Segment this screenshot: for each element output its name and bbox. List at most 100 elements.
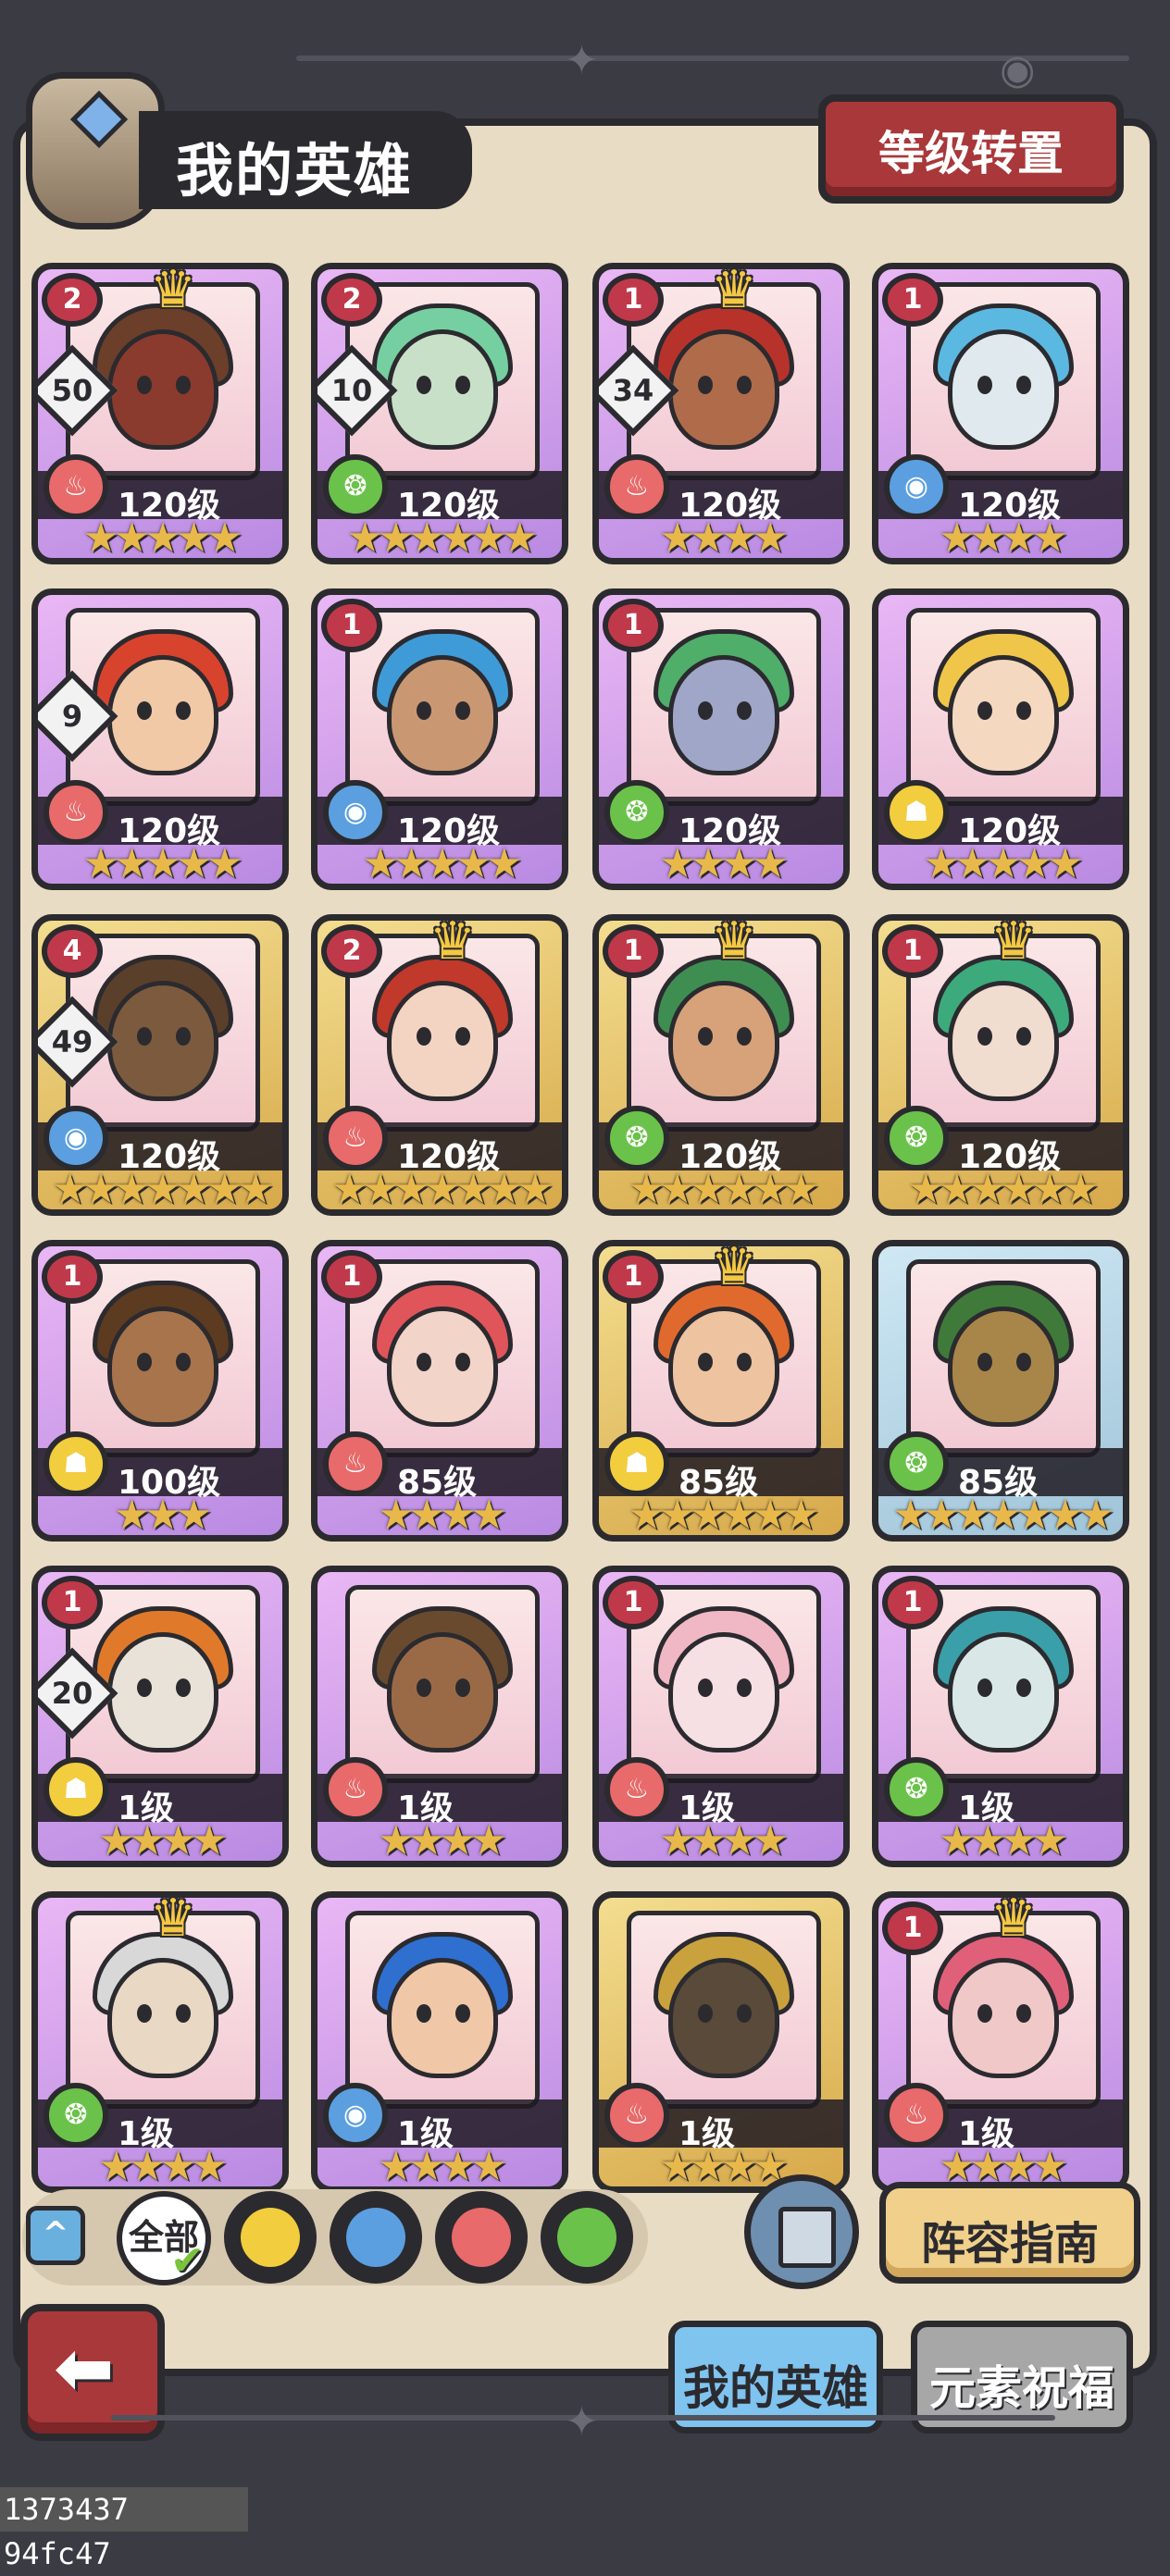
star-rating: ★★★ — [113, 1492, 212, 1539]
hero-eye — [137, 376, 152, 394]
star-rating: ★★★★ — [659, 840, 789, 887]
hero-card[interactable]: ♨ 120级 ★★★★★ 2 50 ♛ — [31, 263, 289, 564]
tab-my-heroes-label: 我的英雄 — [683, 2361, 868, 2415]
hero-portrait — [627, 1911, 821, 2109]
water-element-icon: ◉ — [884, 454, 949, 519]
hero-card[interactable]: ♨ 120级 ★★★★★ 9 — [31, 588, 289, 890]
sparkle-icon: ✦ — [565, 37, 599, 84]
title-plate: 我的英雄 — [139, 111, 472, 209]
hero-card[interactable]: ❂ 120级 ★★★★★★ 1 ♛ — [872, 914, 1129, 1216]
hero-card[interactable]: ❂ 120级 ★★★★★★ 1 ♛ — [592, 914, 850, 1216]
hero-card[interactable]: ❂ 120级 ★★★★ 1 — [592, 588, 850, 890]
hero-card[interactable]: ☗ 100级 ★★★ 1 — [31, 1240, 289, 1542]
rank-badge: 1 — [882, 273, 943, 327]
hero-card[interactable]: ◉ 120级 ★★★★★★★ 4 49 — [31, 914, 289, 1216]
star-rating: ★★★★★ — [362, 840, 522, 887]
filter-earth-button[interactable] — [224, 2191, 317, 2284]
hero-card[interactable]: ♨ 1级 ★★★★ 1 ♛ — [872, 1891, 1129, 2193]
hero-eye — [176, 2004, 191, 2023]
hero-card[interactable]: ❂ 120级 ★★★★★★ 2 10 — [311, 263, 568, 564]
wind-element-icon: ❂ — [604, 1106, 669, 1170]
filter-water-button[interactable] — [330, 2191, 422, 2284]
crown-icon: ♛ — [990, 1891, 1038, 1949]
wind-element-icon: ❂ — [604, 780, 669, 845]
hero-face — [948, 1632, 1059, 1752]
hero-face — [668, 329, 779, 450]
hero-eye — [455, 1353, 470, 1371]
hero-card[interactable]: ☗ 1级 ★★★★ 1 20 — [31, 1566, 289, 1867]
hero-card[interactable]: ☗ 85级 ★★★★★★ 1 ♛ — [592, 1240, 850, 1542]
hero-card[interactable]: ♨ 120级 ★★★★★★★ 2 ♛ — [311, 914, 568, 1216]
rank-badge: 1 — [882, 1901, 943, 1955]
water-element-icon: ◉ — [44, 1106, 108, 1170]
hero-face — [387, 329, 498, 450]
hero-card[interactable]: ◉ 120级 ★★★★ 1 — [872, 263, 1129, 564]
hero-eye — [737, 1678, 752, 1697]
save-lineup-button[interactable] — [744, 2174, 859, 2289]
hero-eye — [737, 1353, 752, 1371]
hero-card[interactable]: ♨ 1级 ★★★★ — [592, 1891, 850, 2193]
star-rating: ★★★★ — [98, 1817, 228, 1864]
shard-count: 34 — [612, 373, 654, 408]
star-rating: ★★★★★★ — [907, 1166, 1100, 1213]
hero-face — [948, 981, 1059, 1101]
hero-card[interactable]: ♨ 1级 ★★★★ 1 — [592, 1566, 850, 1867]
hero-eye — [417, 1678, 431, 1697]
fire-element-icon — [452, 2208, 511, 2267]
collapse-filter-button[interactable]: ^ — [26, 2206, 85, 2265]
star-rating: ★★★★★★★ — [891, 1492, 1114, 1539]
hero-eye — [455, 2004, 470, 2023]
bottom-sparkle-icon: ✦ — [565, 2398, 599, 2446]
rank-badge: 1 — [882, 1576, 943, 1629]
star-rating: ★★★★ — [939, 514, 1068, 562]
hero-card[interactable]: ❂ 1级 ★★★★ ♛ — [31, 1891, 289, 2193]
hero-eye — [137, 1678, 152, 1697]
hero-card[interactable]: ♨ 1级 ★★★★ — [311, 1566, 568, 1867]
hero-face — [948, 1307, 1059, 1427]
hero-eye — [1016, 376, 1031, 394]
earth-element-icon: ☗ — [884, 780, 949, 845]
star-rating: ★★★★★★ — [628, 1492, 820, 1539]
hero-portrait — [906, 608, 1101, 806]
hero-card[interactable]: ❂ 1级 ★★★★ 1 — [872, 1566, 1129, 1867]
hero-eye — [977, 1678, 992, 1697]
hero-eye — [455, 1027, 470, 1046]
earth-element-icon: ☗ — [44, 1431, 108, 1496]
hero-face — [107, 329, 218, 450]
hero-eye — [698, 1353, 713, 1371]
shard-count: 50 — [51, 373, 93, 408]
fire-element-icon: ♨ — [323, 1757, 388, 1822]
hero-eye — [455, 376, 470, 394]
wind-element-icon: ❂ — [884, 1757, 949, 1822]
hero-face — [387, 981, 498, 1101]
water-element-icon: ◉ — [323, 780, 388, 845]
fire-element-icon: ♨ — [604, 2083, 669, 2148]
level-transfer-button[interactable]: 等级转置 — [818, 94, 1124, 204]
hero-card[interactable]: ♨ 85级 ★★★★ 1 — [311, 1240, 568, 1542]
hero-eye — [176, 1027, 191, 1046]
star-rating: ★★★★★★ — [346, 514, 539, 562]
hero-face — [107, 1632, 218, 1752]
crown-icon: ♛ — [710, 1240, 758, 1297]
hero-face — [107, 655, 218, 775]
hero-eye — [698, 2004, 713, 2023]
crown-icon: ♛ — [710, 914, 758, 972]
hero-eye — [977, 1353, 992, 1371]
rank-badge: 1 — [603, 273, 664, 327]
filter-wind-button[interactable] — [541, 2191, 633, 2284]
hero-eye — [1016, 701, 1031, 720]
hero-eye — [737, 2004, 752, 2023]
hero-eye — [137, 1353, 152, 1371]
hero-eye — [1016, 1678, 1031, 1697]
filter-fire-button[interactable] — [435, 2191, 528, 2284]
crown-icon: ♛ — [149, 1891, 197, 1949]
hero-card[interactable]: ❂ 85级 ★★★★★★★ — [872, 1240, 1129, 1542]
hero-eye — [977, 701, 992, 720]
rank-badge: 1 — [882, 924, 943, 978]
hero-card[interactable]: ◉ 120级 ★★★★★ 1 — [311, 588, 568, 890]
hero-eye — [137, 2004, 152, 2023]
lineup-guide-button[interactable]: 阵容指南 — [879, 2182, 1140, 2284]
hero-card[interactable]: ♨ 120级 ★★★★ 1 34 ♛ — [592, 263, 850, 564]
hero-card[interactable]: ◉ 1级 ★★★★ — [311, 1891, 568, 2193]
hero-card[interactable]: ☗ 120级 ★★★★★ — [872, 588, 1129, 890]
